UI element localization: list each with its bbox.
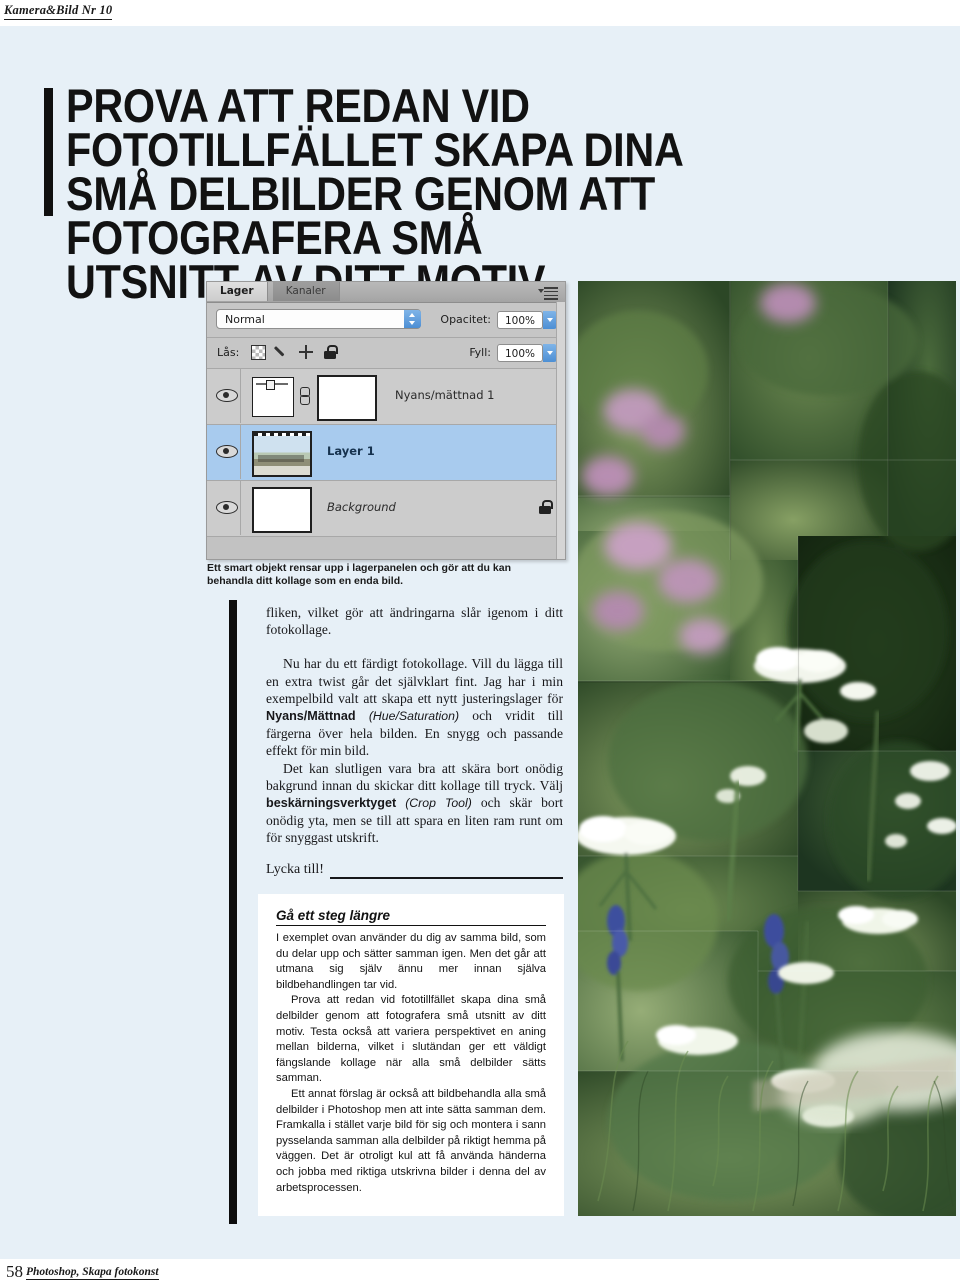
smart-object-thumbnail[interactable] — [252, 431, 312, 477]
smart-object-badge-icon — [310, 471, 312, 477]
eye-visibility-icon[interactable] — [216, 387, 238, 402]
photo-collage-meadow-flowers — [578, 281, 956, 1216]
layer-row-smart-object[interactable]: Layer 1 — [207, 425, 565, 481]
sign-off-rule — [330, 877, 563, 879]
lock-row: Lås: Fyll: 100% — [207, 338, 565, 369]
footer-section-title: Photoshop, Skapa fotokonst — [26, 1266, 159, 1280]
panel-footer-strip — [207, 537, 565, 559]
tab-kanaler[interactable]: Kanaler — [272, 282, 340, 301]
opacity-field[interactable]: 100% — [497, 311, 557, 329]
p3-part-a: Det kan slutligen vara bra att skära bor… — [266, 760, 563, 793]
photo-collage-svg — [578, 281, 956, 1216]
body-paragraph-1: fliken, vilket gör att ändringarna slår … — [266, 605, 563, 638]
sidebar-box-body: I exemplet ovan använder du dig av samma… — [276, 931, 546, 1196]
fill-label: Fyll: — [469, 346, 491, 359]
photoshop-layers-panel-screenshot: Lager Kanaler Normal Opacitet: 100% Lås:… — [206, 281, 566, 560]
layer-name-layer-1: Layer 1 — [327, 444, 375, 458]
magazine-issue-label: Kamera&Bild Nr 10 — [4, 3, 113, 20]
sign-off-text: Lycka till! — [266, 862, 324, 877]
blend-mode-select[interactable]: Normal — [216, 309, 421, 329]
running-head: Kamera&Bild Nr 10 — [0, 0, 960, 26]
eye-visibility-icon[interactable] — [216, 443, 238, 458]
lock-label: Lås: — [217, 346, 240, 359]
layer-name-adjustment: Nyans/mättnad 1 — [395, 388, 495, 402]
term-crop-tool-sv: beskärningsverktyget — [266, 796, 397, 811]
hamburger-menu-icon[interactable] — [538, 285, 560, 300]
p2-part-a: Nu har du ett färdigt fotokollage. Vill … — [266, 656, 563, 706]
layer-row-adjustment[interactable]: Nyans/mättnad 1 — [207, 369, 565, 425]
fill-field[interactable]: 100% — [497, 344, 557, 362]
headline-rule — [44, 88, 53, 216]
opacity-label: Opacitet: — [440, 313, 491, 326]
sidebar-paragraph-3: Ett annat förslag är också att bildbehan… — [276, 1087, 546, 1194]
blend-mode-stepper-icon[interactable] — [404, 310, 421, 328]
term-hue-saturation-en: (Hue/Saturation) — [368, 709, 460, 724]
body-paragraph-3: Det kan slutligen vara bra att skära bor… — [266, 760, 563, 847]
body-text-column: fliken, vilket gör att ändringarna slår … — [266, 604, 563, 847]
sidebar-paragraph-2: Prova att redan vid fototillfället skapa… — [276, 994, 546, 1085]
checkerboard-transparency-icon[interactable] — [251, 345, 266, 360]
adjustment-layer-thumbnail[interactable] — [252, 377, 294, 417]
layer-name-background: Background — [327, 500, 396, 514]
opacity-dropdown-icon[interactable] — [543, 311, 557, 329]
sidebar-box-content: Gå ett steg längre I exemplet ovan använ… — [276, 908, 546, 1196]
sidebar-box-title: Gå ett steg längre — [276, 908, 546, 926]
layer-mask-thumbnail[interactable] — [317, 375, 377, 421]
term-hue-saturation-sv: Nyans/Mättnad — [266, 709, 356, 724]
body-paragraph-2: Nu har du ett färdigt fotokollage. Vill … — [266, 655, 563, 759]
blend-mode-value: Normal — [225, 313, 265, 326]
opacity-value: 100% — [504, 315, 536, 327]
link-mask-icon[interactable] — [299, 387, 310, 405]
term-crop-tool-en: (Crop Tool) — [405, 796, 472, 811]
tab-lager[interactable]: Lager — [207, 282, 268, 301]
fill-dropdown-icon[interactable] — [543, 344, 557, 362]
page-footer: 58 Photoshop, Skapa fotokonst — [0, 1259, 960, 1285]
panel-caption: Ett smart objekt rensar upp i lagerpanel… — [207, 562, 511, 587]
eye-visibility-icon[interactable] — [216, 499, 238, 514]
blend-mode-row: Normal Opacitet: 100% — [207, 303, 565, 338]
sidebar-box: Gå ett steg längre I exemplet ovan använ… — [258, 894, 564, 1216]
layer-row-background[interactable]: Background — [207, 481, 565, 537]
panel-tab-bar: Lager Kanaler — [207, 282, 565, 303]
panel-scrollbar[interactable] — [556, 302, 565, 559]
fill-value: 100% — [504, 348, 536, 360]
sidebar-paragraph-1: I exemplet ovan använder du dig av samma… — [276, 932, 546, 991]
background-locked-icon — [539, 500, 553, 514]
body-column-rule — [229, 600, 237, 1224]
background-layer-thumbnail[interactable] — [252, 487, 312, 533]
page-number: 58 — [6, 1262, 23, 1281]
page-headline: PROVA ATT REDAN VID FOTOTILLFÄLLET SKAPA… — [66, 79, 684, 308]
